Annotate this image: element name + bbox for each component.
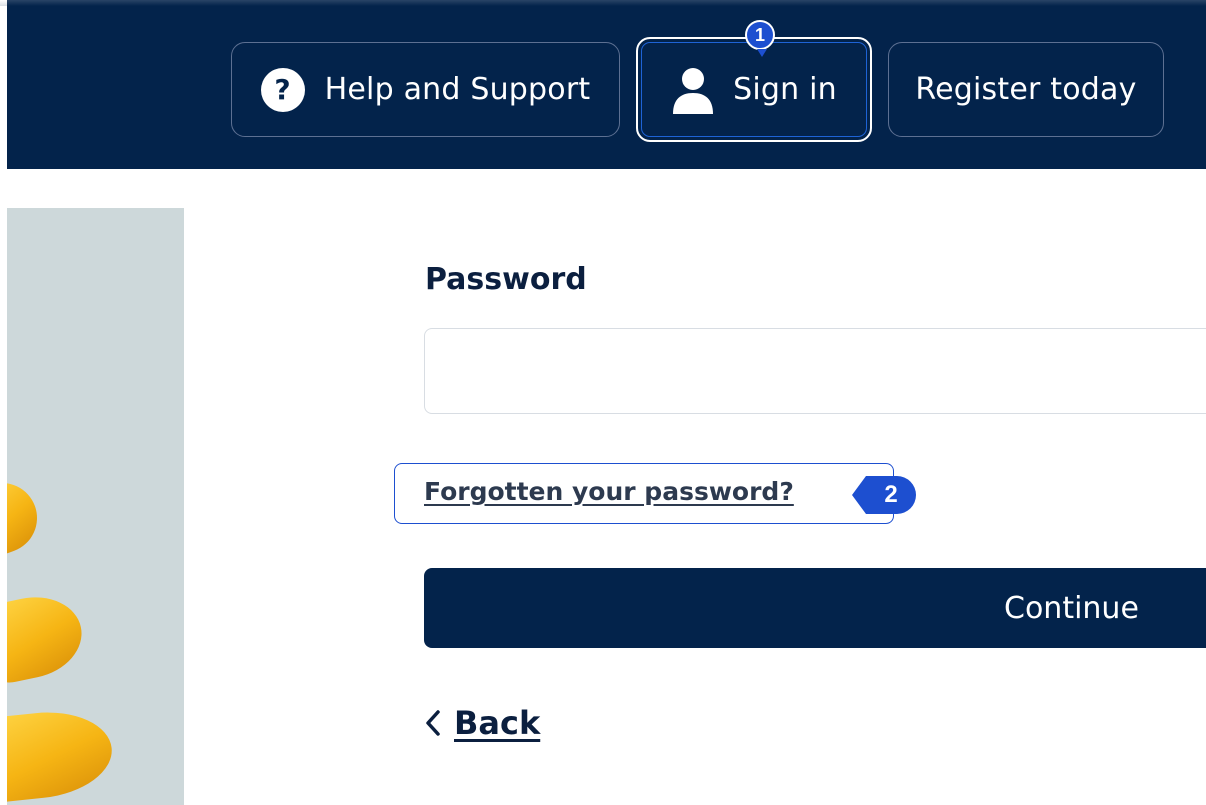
pasta-decoration bbox=[7, 587, 90, 689]
help-and-support-button[interactable]: ? Help and Support bbox=[231, 42, 620, 137]
pasta-decoration bbox=[7, 705, 117, 805]
step-2-marker: 2 bbox=[852, 476, 916, 514]
continue-label: Continue bbox=[1004, 590, 1139, 626]
register-today-button[interactable]: Register today bbox=[888, 42, 1164, 137]
back-link[interactable]: Back bbox=[424, 704, 540, 742]
back-label: Back bbox=[454, 704, 541, 742]
continue-button[interactable]: Continue bbox=[424, 568, 1206, 648]
top-edge bbox=[0, 0, 1206, 6]
pasta-decoration bbox=[7, 473, 47, 563]
forgot-password-link[interactable]: Forgotten your password? bbox=[424, 477, 794, 506]
help-and-support-label: Help and Support bbox=[324, 72, 591, 107]
question-circle-icon: ? bbox=[260, 67, 305, 112]
step-1-marker: 1 bbox=[745, 20, 775, 57]
password-label: Password bbox=[425, 262, 587, 297]
chevron-left-icon bbox=[426, 710, 440, 736]
decorative-side-image bbox=[7, 208, 184, 805]
password-input[interactable] bbox=[424, 328, 1206, 414]
sign-in-button[interactable]: Sign in bbox=[636, 37, 872, 142]
person-icon bbox=[673, 67, 714, 114]
sign-in-label: Sign in bbox=[733, 72, 837, 107]
register-today-label: Register today bbox=[915, 72, 1137, 107]
